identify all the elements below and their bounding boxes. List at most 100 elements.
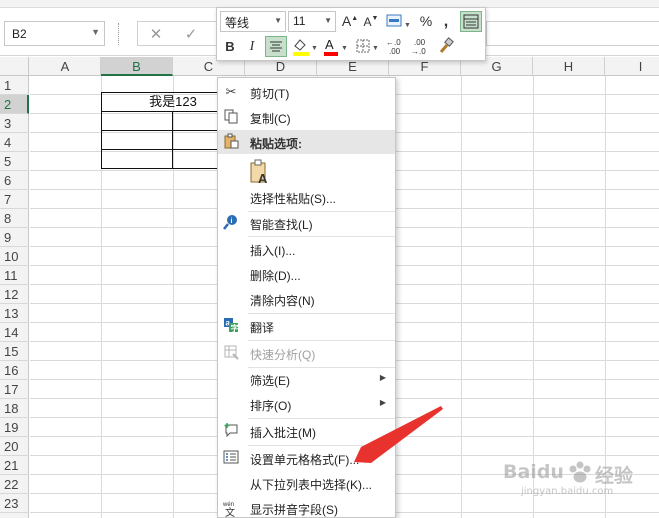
menu-item-quick-analysis[interactable]: 快速分析(Q) (218, 341, 395, 366)
row-header[interactable]: 7 (0, 190, 29, 209)
align-center-icon (270, 41, 282, 52)
menu-item-label: 复制(C) (250, 112, 291, 126)
menu-item-label: 剪切(T) (250, 87, 290, 101)
select-all-corner[interactable] (0, 57, 29, 76)
menu-item-sort[interactable]: 排序(O) ▶ (218, 392, 395, 417)
row-header[interactable]: 20 (0, 437, 29, 456)
font-name-dropdown[interactable]: 等线 ▼ (220, 11, 286, 32)
row-header[interactable]: 17 (0, 380, 29, 399)
name-box[interactable]: B2 ▼ (4, 21, 105, 46)
menu-item-translate[interactable]: a字 翻译 (218, 314, 395, 339)
menu-item-label: 删除(D)... (250, 269, 301, 283)
menu-item-clear-contents[interactable]: 清除内容(N) (218, 287, 395, 312)
decrease-decimal-button[interactable]: .00 →.0 (409, 36, 431, 57)
menu-item-format-cells[interactable]: 设置单元格格式(F)... (218, 446, 395, 471)
svg-text:▼: ▼ (404, 22, 411, 29)
cancel-icon[interactable]: ✕ (147, 25, 165, 43)
row-header[interactable]: 15 (0, 342, 29, 361)
row-header[interactable]: 14 (0, 323, 29, 342)
menu-item-label: 选择性粘贴(S)... (250, 192, 336, 206)
menu-item-pick-from-dropdown[interactable]: 从下拉列表中选择(K)... (218, 471, 395, 496)
row-header[interactable]: 6 (0, 171, 29, 190)
insert-comment-icon (222, 422, 240, 440)
accounting-format-icon: ▼ (386, 14, 411, 29)
phonetic-icon: wén 文 (222, 499, 240, 518)
row-header[interactable]: 21 (0, 456, 29, 475)
row-header[interactable]: 3 (0, 114, 29, 133)
format-painter-button[interactable] (435, 36, 457, 57)
row-header[interactable]: 4 (0, 133, 29, 152)
increase-font-size-button[interactable]: A▲ (341, 11, 359, 32)
svg-text:→.0: →.0 (411, 47, 426, 56)
row-header[interactable]: 22 (0, 475, 29, 494)
accounting-format-button[interactable]: ▼ (384, 11, 412, 32)
svg-text:▼: ▼ (311, 45, 318, 52)
column-header-h[interactable]: H (533, 57, 605, 76)
font-color-button[interactable]: A ▼ (321, 36, 349, 57)
column-header-a[interactable]: A (30, 57, 101, 76)
borders-icon: ▼ (356, 39, 379, 53)
translate-icon: a字 (222, 317, 240, 335)
menu-item-filter[interactable]: 筛选(E) ▶ (218, 367, 395, 392)
comma-style-button[interactable]: , (439, 11, 453, 32)
menu-item-label: 翻译 (250, 321, 275, 335)
menu-item-insert[interactable]: 插入(I)... (218, 237, 395, 262)
menu-item-label: 快速分析(Q) (250, 348, 316, 362)
svg-text:字: 字 (231, 323, 239, 333)
row-header[interactable]: 23 (0, 494, 29, 513)
row-header[interactable]: 13 (0, 304, 29, 323)
svg-text:▼: ▼ (372, 45, 379, 52)
menu-item-label: 清除内容(N) (250, 294, 315, 308)
formula-input[interactable] (486, 21, 659, 46)
menu-item-copy[interactable]: 复制(C) (218, 105, 395, 130)
context-menu: ✂ 剪切(T) 复制(C) 粘贴选项: A 选择性粘贴(S)... i 智能查找… (217, 77, 396, 518)
decrease-font-size-button[interactable]: A▼ (362, 11, 380, 32)
center-align-button[interactable] (265, 36, 287, 57)
fill-color-button[interactable]: ▼ (290, 36, 318, 57)
watermark-cn: 经验 (595, 465, 634, 487)
svg-text:.00: .00 (389, 47, 401, 56)
gridline (605, 76, 606, 518)
row-header[interactable]: 10 (0, 247, 29, 266)
italic-button[interactable]: I (242, 36, 262, 57)
format-cells-icon (222, 449, 240, 467)
table-format-icon (463, 14, 479, 29)
menu-item-paste-special[interactable]: 选择性粘贴(S)... (218, 185, 395, 210)
font-size-dropdown[interactable]: 11 ▼ (288, 11, 336, 32)
submenu-arrow-icon: ▶ (379, 398, 386, 407)
paintbrush-icon (439, 37, 454, 53)
row-header[interactable]: 9 (0, 228, 29, 247)
row-header[interactable]: 12 (0, 285, 29, 304)
paste-values-button[interactable]: A (249, 159, 271, 186)
scissors-icon: ✂ (225, 84, 237, 99)
menu-item-cut[interactable]: ✂ 剪切(T) (218, 80, 395, 105)
menu-item-smart-lookup[interactable]: i 智能查找(L) (218, 211, 395, 236)
column-header-b[interactable]: B (101, 57, 173, 76)
baidu-watermark: Baidu 经验 jingyan.baidu.com (503, 461, 653, 501)
paste-options-row: A (218, 155, 395, 187)
menu-item-delete[interactable]: 删除(D)... (218, 262, 395, 287)
column-header-i[interactable]: I (605, 57, 659, 76)
svg-text:A: A (325, 37, 334, 52)
menu-item-show-phonetic[interactable]: wén 文 显示拼音字段(S) (218, 496, 395, 518)
row-header[interactable]: 8 (0, 209, 29, 228)
menu-item-insert-comment[interactable]: 插入批注(M) (218, 419, 395, 444)
chevron-down-icon[interactable]: ▼ (91, 27, 100, 37)
increase-decimal-button[interactable]: ←.0 .00 (384, 36, 406, 57)
bold-button[interactable]: B (220, 36, 240, 57)
svg-text:▼: ▼ (341, 45, 348, 52)
borders-button[interactable]: ▼ (354, 36, 380, 57)
row-header[interactable]: 1 (0, 76, 29, 95)
row-header[interactable]: 18 (0, 399, 29, 418)
format-painter-active-button[interactable] (460, 11, 482, 32)
enter-icon[interactable]: ✓ (182, 25, 200, 43)
row-header[interactable]: 2 (0, 95, 29, 114)
fill-bucket-icon: ▼ (293, 39, 318, 56)
menu-item-label: 从下拉列表中选择(K)... (250, 478, 372, 492)
row-header[interactable]: 11 (0, 266, 29, 285)
row-header[interactable]: 16 (0, 361, 29, 380)
row-header[interactable]: 5 (0, 152, 29, 171)
percent-style-button[interactable]: % (417, 11, 435, 32)
svg-text:A: A (258, 171, 268, 185)
row-header[interactable]: 19 (0, 418, 29, 437)
